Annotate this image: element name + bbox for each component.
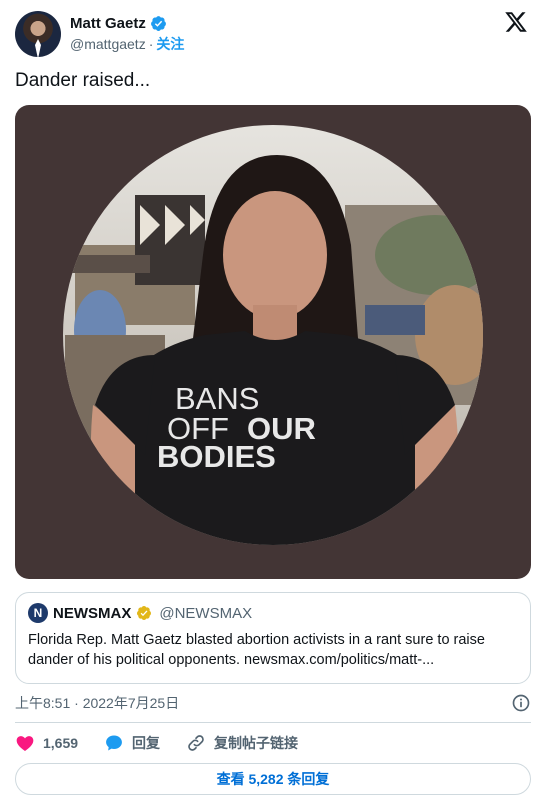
gold-verified-badge-icon [137,606,152,620]
like-count: 1,659 [43,735,79,751]
heart-icon [16,736,34,751]
tweet-text: Dander raised... [15,70,151,91]
quoted-author-handle: @NEWSMAX [159,604,253,622]
quoted-author-name: NEWSMAX [53,604,132,622]
shirt-text-bodies: BODIES [157,439,276,474]
tweet-header: Matt Gaetz @mattgaetz · 关注 [15,10,529,58]
quoted-tweet-text: Florida Rep. Matt Gaetz blasted abortion… [28,630,518,670]
quoted-tweet-header: N NEWSMAX @NEWSMAX [28,603,518,623]
reply-label: 回复 [132,735,161,751]
copy-link-label: 复制帖子链接 [214,735,299,751]
tweet-timestamp[interactable]: 上午8:51 · 2022年7月25日 [15,693,179,713]
divider [15,722,531,723]
info-icon[interactable] [511,693,531,713]
handle-separator: · [148,35,154,52]
view-replies-button[interactable]: 查看 5,282 条回复 [15,763,531,795]
quoted-text-line-2: dander of his political opponents. newsm… [28,652,435,668]
x-logo-icon[interactable] [504,10,528,34]
action-bar: 1,659 回复 复制帖子链接 [15,732,324,754]
reply-button[interactable]: 回复 [104,733,160,753]
copy-link-button[interactable]: 复制帖子链接 [186,733,298,753]
like-button[interactable]: 1,659 [15,733,78,753]
newsmax-logo-icon: N [28,603,48,623]
follow-button[interactable]: 关注 [156,34,184,54]
author-handle-row: @mattgaetz · 关注 [70,34,184,54]
timestamp-row: 上午8:51 · 2022年7月25日 [15,693,531,713]
author-name-row: Matt Gaetz [70,15,184,32]
author-display-name[interactable]: Matt Gaetz [70,15,146,32]
reply-bubble-icon [106,735,122,751]
author-handle[interactable]: @mattgaetz [70,36,146,52]
author-avatar[interactable] [15,11,61,57]
media-photo: BANS OFF OUR BODIES [63,125,483,545]
tweet-media-image[interactable]: BANS OFF OUR BODIES [15,105,531,579]
quoted-text-line-1: Florida Rep. Matt Gaetz blasted abortion… [28,632,485,648]
link-icon [188,735,204,751]
verified-badge-icon [150,15,166,31]
author-name-block: Matt Gaetz @mattgaetz · 关注 [70,15,184,54]
quoted-tweet-card[interactable]: N NEWSMAX @NEWSMAX Florida Rep. Matt Gae… [15,592,531,684]
